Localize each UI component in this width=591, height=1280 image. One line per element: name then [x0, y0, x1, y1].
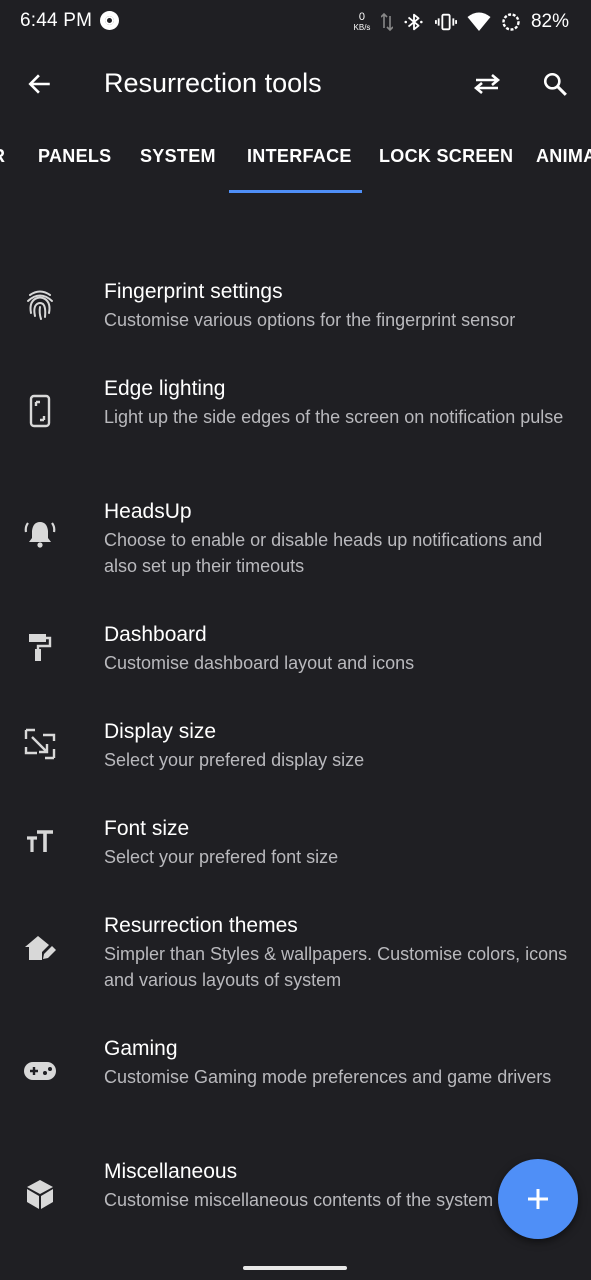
net-speed-unit: KB/s — [353, 23, 371, 32]
list-item-gaming[interactable]: Gaming Customise Gaming mode preferences… — [0, 1037, 591, 1137]
phone-edge-icon — [20, 391, 60, 431]
net-speed: 0 KB/s — [353, 11, 371, 33]
item-title: Display size — [104, 720, 217, 743]
vibrate-icon — [434, 13, 457, 31]
battery-percentage: 82% — [530, 11, 569, 32]
list-item-display-size[interactable]: Display size Select your prefered displa… — [0, 720, 591, 794]
arrow-back-icon — [28, 74, 50, 94]
screen-record-icon — [100, 11, 119, 30]
resize-icon — [20, 724, 60, 764]
item-subtitle: Simpler than Styles & wallpapers. Custom… — [104, 944, 568, 990]
net-speed-value: 0 — [358, 11, 366, 23]
item-title: Resurrection themes — [104, 914, 298, 937]
list-item-fingerprint[interactable]: Fingerprint settings Customise various o… — [0, 280, 591, 354]
add-icon — [528, 1189, 548, 1209]
add-fab-button[interactable] — [498, 1159, 578, 1239]
tab-lock-screen[interactable]: LOCK SCREEN — [379, 146, 513, 167]
tab-indicator — [229, 190, 362, 193]
search-icon — [543, 72, 567, 96]
item-title: HeadsUp — [104, 500, 192, 523]
gesture-nav-handle[interactable] — [243, 1266, 347, 1270]
item-subtitle: Select your prefered font size — [104, 847, 339, 867]
item-subtitle: Customise Gaming mode preferences and ga… — [104, 1067, 552, 1087]
wifi-icon — [467, 12, 491, 31]
item-subtitle: Choose to enable or disable heads up not… — [104, 530, 543, 576]
tab-animations[interactable]: ANIMA — [536, 146, 591, 167]
item-title: Font size — [104, 817, 190, 840]
data-arrows-icon — [380, 12, 393, 32]
fingerprint-icon — [20, 284, 60, 324]
list-item-resurrection-themes[interactable]: Resurrection themes Simpler than Styles … — [0, 914, 591, 1014]
tab-system[interactable]: SYSTEM — [140, 146, 216, 167]
item-subtitle: Select your prefered display size — [104, 750, 365, 770]
paint-roller-icon — [20, 627, 60, 667]
tab-partial-left[interactable]: R — [0, 146, 5, 167]
battery-ring-icon — [502, 13, 520, 31]
search-button[interactable] — [533, 62, 577, 106]
cube-icon — [20, 1174, 60, 1214]
item-title: Dashboard — [104, 623, 207, 646]
swap-horiz-icon — [473, 74, 501, 94]
back-button[interactable] — [18, 62, 62, 106]
bell-ring-icon — [20, 514, 60, 554]
item-title: Miscellaneous — [104, 1160, 238, 1183]
font-size-icon — [20, 821, 60, 861]
bluetooth-icon — [404, 13, 423, 31]
item-subtitle: Customise dashboard layout and icons — [104, 653, 415, 673]
home-edit-icon — [20, 928, 60, 968]
page-title: Resurrection tools — [104, 68, 322, 98]
list-item-font-size[interactable]: Font size Select your prefered font size — [0, 817, 591, 891]
list-item-headsup[interactable]: HeadsUp Choose to enable or disable head… — [0, 500, 591, 600]
item-title: Edge lighting — [104, 377, 226, 400]
tab-interface[interactable]: INTERFACE — [247, 146, 352, 167]
tab-bar: R PANELS SYSTEM INTERFACE LOCK SCREEN AN… — [0, 126, 591, 194]
app-bar: Resurrection tools — [0, 44, 591, 126]
status-bar: 6:44 PM 0 KB/s 82% — [0, 0, 591, 44]
list-item-dashboard[interactable]: Dashboard Customise dashboard layout and… — [0, 623, 591, 697]
status-time: 6:44 PM — [20, 10, 93, 31]
tab-panels[interactable]: PANELS — [38, 146, 111, 167]
item-subtitle: Light up the side edges of the screen on… — [104, 407, 564, 427]
status-icons: 0 KB/s 82% — [353, 8, 569, 36]
item-title: Gaming — [104, 1037, 178, 1060]
list-item-edge-lighting[interactable]: Edge lighting Light up the side edges of… — [0, 377, 591, 477]
swap-button[interactable] — [465, 62, 509, 106]
gamepad-icon — [20, 1051, 60, 1091]
item-title: Fingerprint settings — [104, 280, 283, 303]
item-subtitle: Customise various options for the finger… — [104, 310, 516, 330]
